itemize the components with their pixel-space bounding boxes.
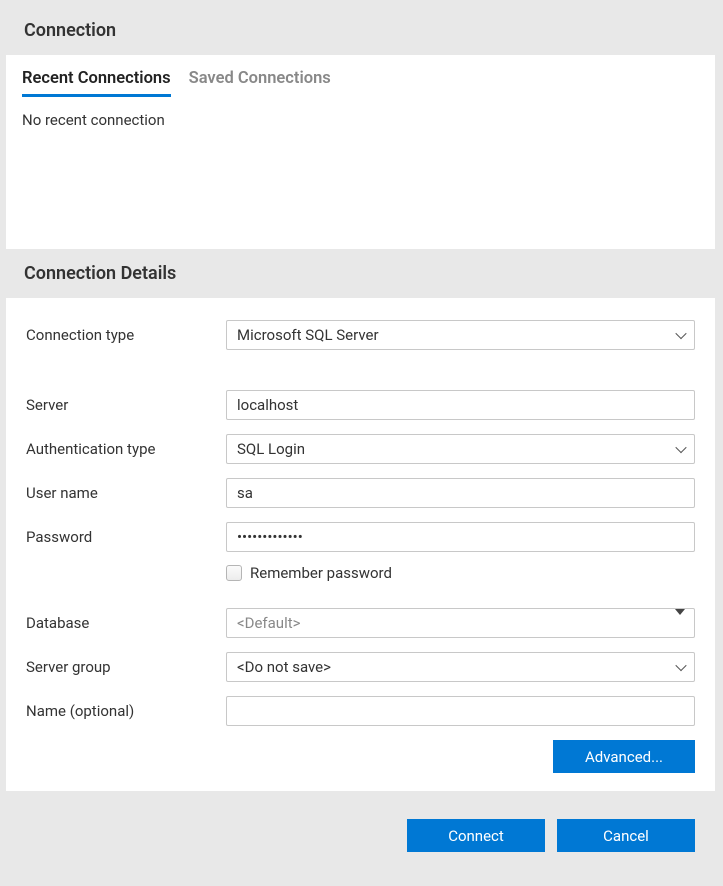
server-group-label: Server group [26,658,226,676]
remember-password-label[interactable]: Remember password [250,564,392,582]
server-label: Server [26,396,226,414]
password-input[interactable] [226,522,695,552]
database-label: Database [26,614,226,632]
tab-recent-connections[interactable]: Recent Connections [22,69,171,97]
username-input[interactable] [226,478,695,508]
advanced-button[interactable]: Advanced... [553,740,695,773]
tab-saved-connections[interactable]: Saved Connections [189,69,331,97]
connections-panel: Recent Connections Saved Connections No … [6,55,715,249]
tabs: Recent Connections Saved Connections [22,69,699,97]
connection-type-select[interactable] [226,320,695,350]
database-select[interactable] [226,608,695,638]
username-label: User name [26,484,226,502]
connect-button[interactable]: Connect [407,819,545,852]
connection-type-label: Connection type [26,326,226,344]
auth-type-label: Authentication type [26,440,226,458]
remember-password-checkbox[interactable] [226,565,242,581]
connection-details-panel: Connection type Server Authentication ty… [6,298,715,791]
connection-details-header: Connection Details [6,249,715,298]
password-label: Password [26,528,226,546]
server-input[interactable] [226,390,695,420]
cancel-button[interactable]: Cancel [557,819,695,852]
footer: Connect Cancel [6,791,715,872]
name-optional-label: Name (optional) [26,702,226,720]
no-recent-text: No recent connection [22,111,699,129]
connection-header: Connection [6,6,715,55]
name-optional-input[interactable] [226,696,695,726]
server-group-select[interactable] [226,652,695,682]
auth-type-select[interactable] [226,434,695,464]
